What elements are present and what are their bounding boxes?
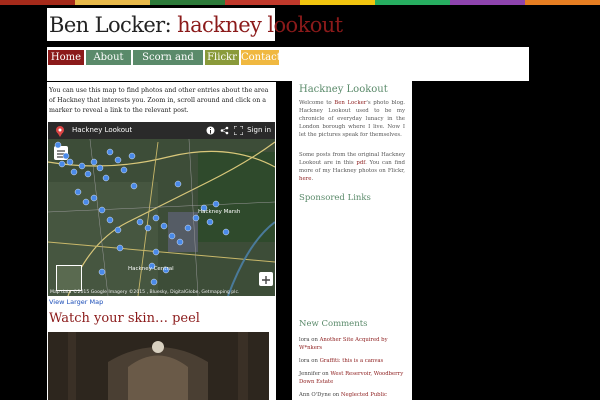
map-label-hackney-central: Hackney Central (128, 266, 174, 272)
post-photo-image (48, 332, 269, 400)
info-icon[interactable] (206, 126, 215, 135)
top-color-stripe (0, 0, 600, 5)
about-link-ben-locker[interactable]: Ben Locker (334, 100, 366, 106)
comment-on: on (332, 392, 340, 398)
comment-item: lora on Graffiti: this is a canvas (299, 357, 405, 365)
map-pin-icon (56, 126, 64, 137)
sidebar-title: Hackney Lookout (299, 84, 388, 95)
comment-item: lora on Another Site Acquired by W*nkers (299, 336, 405, 352)
nav-bar: Home About Me Scorn and Noise Flickr Con… (47, 47, 529, 81)
comment-post-link[interactable]: Graffiti: this is a canvas (320, 358, 384, 364)
comment-author: lora (299, 358, 310, 364)
site-title-name: Ben Locker: (49, 13, 172, 37)
site-title-blog: hackney lookout (177, 13, 343, 37)
comment-item: Ann O'Dyne on Neglected Public (299, 391, 405, 399)
comment-on: on (311, 337, 318, 343)
sidebar-about: Welcome to Ben Locker's photo blog. Hack… (299, 99, 405, 139)
map-top-bar: Hackney Lookout Sign in (48, 122, 275, 139)
flickr-here-link[interactable]: here (299, 176, 311, 182)
map-attribution: Map data ©2015 Google Imagery ©2015 , Bl… (50, 290, 240, 295)
nav-flickr[interactable]: Flickr (205, 50, 239, 65)
post-photo[interactable] (48, 332, 269, 400)
map-sign-in[interactable]: Sign in (247, 126, 271, 134)
sidebar: Hackney Lookout Welcome to Ben Locker's … (292, 81, 412, 400)
post-title[interactable]: Watch your skin… peel (49, 311, 200, 326)
nav-scorn-and-noise[interactable]: Scorn and Noise (133, 50, 203, 78)
comment-author: Jennifer (299, 371, 321, 377)
fullscreen-icon[interactable] (234, 126, 243, 135)
nav-home[interactable]: Home (48, 50, 84, 65)
comment-author: lora (299, 337, 310, 343)
sidebar-old-posts: Some posts from the original Hackney Loo… (299, 152, 405, 183)
site-title[interactable]: Ben Locker: hackney lookout (49, 13, 343, 37)
map-label-hackney-marsh: Hackney Marsh (198, 209, 241, 215)
comment-author: Ann O'Dyne (299, 392, 331, 398)
comment-on: on (322, 371, 329, 377)
map-intro-text: You can use this map to find photos and … (49, 87, 269, 114)
map-type-toggle[interactable] (56, 265, 82, 291)
main-content: You can use this map to find photos and … (47, 82, 276, 400)
comment-on: on (311, 358, 318, 364)
comment-post-link[interactable]: Neglected Public (341, 392, 387, 398)
nav-contact[interactable]: Contact (241, 50, 281, 65)
pdf-link[interactable]: pdf (356, 160, 365, 166)
site-header: Ben Locker: hackney lookout (47, 8, 343, 41)
list-icon (57, 150, 65, 158)
map-title: Hackney Lookout (72, 126, 133, 134)
plus-icon (262, 276, 270, 284)
comment-item: Jennifer on West Reservoir, Woodberry Do… (299, 370, 405, 386)
map-legend-button[interactable] (54, 146, 68, 160)
embedded-map[interactable]: Hackney Lookout Sign in Hackney Marsh Ha… (48, 122, 275, 296)
share-icon[interactable] (220, 126, 229, 135)
sponsored-links-heading: Sponsored Links (299, 193, 371, 203)
zoom-in-button[interactable] (259, 272, 273, 286)
about-text-pre: Welcome to (299, 100, 332, 106)
nav-about-me[interactable]: About Me (86, 50, 131, 78)
view-larger-map-link[interactable]: View Larger Map (49, 298, 103, 306)
new-comments-heading: New Comments (299, 319, 368, 329)
